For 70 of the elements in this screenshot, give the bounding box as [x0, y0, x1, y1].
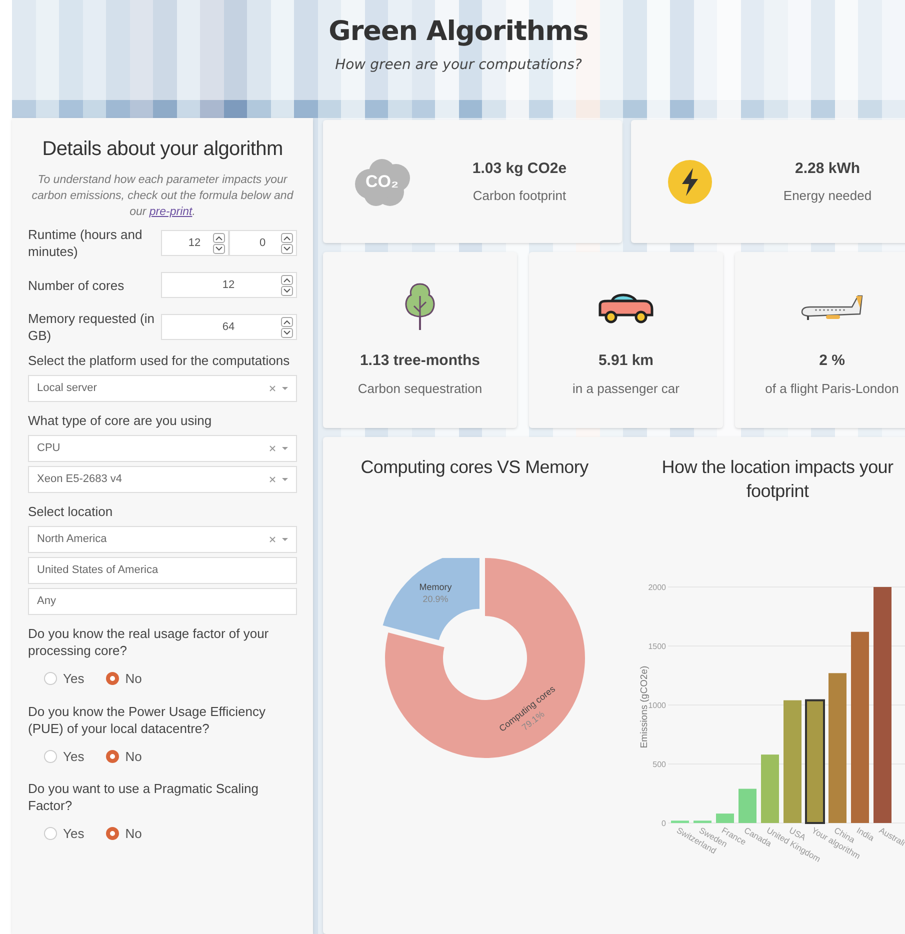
form-title: Details about your algorithm [41, 137, 284, 162]
card-value: 2.28 kWh [794, 158, 860, 178]
radio-button[interactable] [44, 827, 57, 840]
card-caption: Carbon footprint [472, 187, 566, 205]
radio-option[interactable]: No [106, 746, 142, 766]
caret-icon [282, 538, 288, 541]
radio-button[interactable] [44, 750, 57, 763]
number-field[interactable]: 64 [161, 314, 297, 340]
intro-text: To understand how each parameter impacts your carbon emissions, check out the formula below and our pre-print. [30, 173, 294, 220]
question-label: Do you want to use a Pragmatic Scaling Factor? [28, 780, 260, 814]
card-caption: Energy needed [783, 187, 872, 205]
axis-tick-label: 500 [652, 760, 666, 769]
clear-icon [269, 445, 276, 452]
field-label: What type of core are you using [28, 412, 213, 429]
radio-button[interactable] [106, 672, 120, 686]
axis-tick-label: 1500 [648, 642, 666, 651]
radio-button[interactable] [106, 750, 120, 763]
radio-option[interactable]: Yes [44, 669, 84, 688]
axis-tick-label: 1000 [648, 701, 666, 710]
stepper-icon [281, 316, 293, 338]
question-label: Do you know the real usage factor of your processing core? [28, 625, 270, 659]
pre-print-link[interactable]: pre-print [149, 206, 192, 218]
lightning-icon [667, 158, 713, 204]
caret-icon [282, 387, 288, 390]
stepper-icon [281, 274, 293, 296]
stepper-icon [281, 232, 293, 254]
radio-option[interactable]: No [106, 669, 142, 688]
field-label: Select the platform used for the computations [28, 352, 291, 369]
slice-label: Memory [418, 582, 452, 592]
radio-button[interactable] [106, 827, 120, 840]
card-caption: of a flight Paris-London [765, 380, 899, 398]
radio-option[interactable]: Yes [44, 746, 84, 766]
question-label: Do you know the Power Usage Efficiency (PUE) of your local datacentre? [28, 702, 266, 736]
dropdown-field[interactable]: CPU [28, 435, 297, 462]
radio-option[interactable]: Yes [44, 824, 84, 844]
axis-title: Emissions (gCO2e) [638, 666, 650, 748]
radio-option[interactable]: No [106, 824, 142, 844]
card-value: 1.13 tree-months [360, 351, 480, 371]
field-label: Number of cores [28, 276, 126, 294]
caret-icon [282, 478, 288, 481]
card-value: 1.03 kg CO2e [472, 158, 567, 178]
dropdown-field[interactable]: Local server [28, 375, 297, 402]
stepper-icon [213, 232, 225, 254]
site-subtitle: How green are your computations? [335, 56, 582, 74]
chart-title: Computing cores VS Memory [360, 456, 590, 479]
number-field[interactable]: 12 [161, 230, 229, 256]
field-label: Memory requested (in GB) [28, 310, 156, 344]
clear-icon [269, 476, 276, 483]
card-value: 5.91 km [598, 351, 654, 371]
dropdown-field[interactable]: North America [28, 526, 297, 553]
site-title: Green Algorithms [328, 15, 588, 49]
axis-tick-label: 0 [661, 819, 666, 828]
dropdown-field[interactable]: Xeon E5-2683 v4 [28, 466, 297, 493]
dropdown-field[interactable]: Any [28, 588, 297, 615]
field-label: Runtime (hours and minutes) [28, 226, 144, 260]
co2-label: CO₂ [365, 170, 399, 193]
card-caption: Carbon sequestration [358, 380, 482, 398]
caret-icon [282, 447, 288, 450]
clear-icon [269, 536, 276, 543]
slice-value: 20.9% [422, 594, 448, 604]
radio-button[interactable] [44, 672, 57, 686]
clear-icon [269, 385, 276, 392]
card-caption: in a passenger car [572, 380, 680, 398]
card-value: 2 % [819, 351, 845, 371]
field-label: Select location [28, 503, 114, 520]
number-field[interactable]: 0 [229, 230, 297, 256]
number-field[interactable]: 12 [161, 272, 297, 298]
axis-tick-label: 2000 [648, 583, 666, 592]
dropdown-field[interactable]: United States of America [28, 557, 297, 584]
chart-title: How the location impacts your footprint [660, 456, 894, 503]
